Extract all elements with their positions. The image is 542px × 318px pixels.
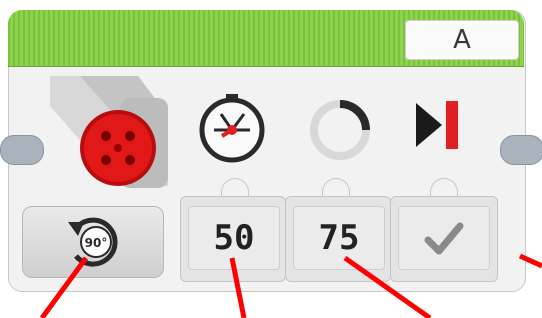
brake-at-end-icon <box>410 95 470 155</box>
degrees-input[interactable]: 75 <box>293 206 385 270</box>
sequence-output-connector[interactable] <box>500 135 542 165</box>
power-input[interactable]: 50 <box>188 206 280 270</box>
sequence-input-connector[interactable] <box>0 135 44 165</box>
checkmark-icon <box>424 222 464 255</box>
power-gauge-icon <box>192 92 272 164</box>
degrees-dial-icon <box>300 92 380 164</box>
mode-badge-text: 90° <box>85 236 108 250</box>
port-label: A <box>453 25 471 55</box>
brake-toggle[interactable] <box>398 206 490 270</box>
port-selector[interactable]: A <box>405 20 519 60</box>
large-motor-icon <box>50 76 172 196</box>
rotate-degrees-icon: 90° <box>68 217 118 267</box>
mode-selector-button[interactable]: 90° <box>22 206 164 278</box>
